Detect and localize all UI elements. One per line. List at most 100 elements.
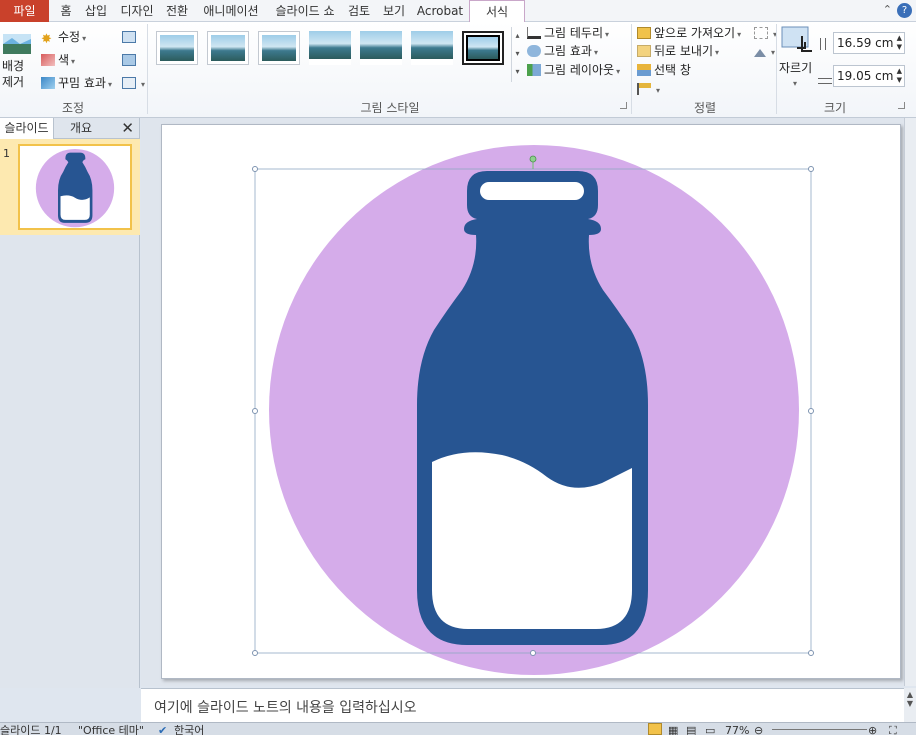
artistic-effects-button[interactable]: 꾸밈 효과 ▾ <box>41 75 112 93</box>
powerpoint-window: 파일 홈 삽입 디자인 전환 애니메이션 슬라이드 쇼 검토 보기 Acroba… <box>0 0 916 735</box>
rotate-handle-icon[interactable] <box>529 155 537 163</box>
slide-thumbnail[interactable] <box>18 144 132 230</box>
gallery-more-icon[interactable]: ▾ <box>512 63 523 81</box>
slideshow-icon[interactable]: ▭ <box>705 723 715 735</box>
style-simple-frame[interactable] <box>156 31 198 65</box>
style-reflected[interactable] <box>309 31 351 65</box>
selection-pane-icon <box>637 64 651 76</box>
picture-layout-label: 그림 레이아웃 <box>544 63 615 77</box>
slide-thumbnail-preview <box>35 148 115 228</box>
change-picture-icon <box>122 54 136 66</box>
width-spinner[interactable]: ▲ ▼ <box>897 67 902 85</box>
slide-number: 1 <box>3 147 10 160</box>
resize-handle-s[interactable] <box>530 650 536 656</box>
tab-acrobat[interactable]: Acrobat <box>414 0 466 22</box>
help-icon[interactable]: ? <box>897 3 912 18</box>
reset-picture-button[interactable]: ▾ <box>122 75 145 93</box>
selection-pane-button[interactable]: 선택 창 <box>637 62 691 78</box>
language-indicator[interactable]: 한국어 <box>174 723 204 735</box>
zoom-out-icon[interactable]: ⊖ <box>754 723 763 735</box>
picture-border-button[interactable]: 그림 테두리 ▾ <box>527 25 609 43</box>
picture-layout-button[interactable]: 그림 레이아웃 ▾ <box>527 62 620 80</box>
bring-forward-icon <box>637 27 651 39</box>
picture-styles-launcher-icon[interactable] <box>620 102 627 109</box>
gallery-up-icon[interactable]: ▴ <box>512 27 523 45</box>
height-field[interactable]: 16.59 cm ▲ ▼ <box>833 32 905 54</box>
tab-review[interactable]: 검토 <box>345 0 373 22</box>
style-drop-shadow[interactable] <box>258 31 300 65</box>
resize-handle-e[interactable] <box>808 408 814 414</box>
reading-view-icon[interactable]: ▤ <box>686 723 696 735</box>
close-icon[interactable]: ✕ <box>121 119 134 137</box>
slide-content <box>252 145 814 675</box>
gallery-scroll[interactable]: ▴ ▾ ▾ <box>511 27 523 82</box>
gallery-down-icon[interactable]: ▾ <box>512 45 523 63</box>
tab-slideshow[interactable]: 슬라이드 쇼 <box>270 0 340 22</box>
artistic-effects-icon <box>41 77 55 89</box>
style-thick-black[interactable] <box>462 31 504 65</box>
color-icon <box>41 54 55 66</box>
tab-file[interactable]: 파일 <box>0 0 49 22</box>
picture-effects-button[interactable]: 그림 효과 ▾ <box>527 43 598 61</box>
theme-name[interactable]: "Office 테마" <box>78 723 144 735</box>
tab-slides[interactable]: 슬라이드 <box>0 118 54 139</box>
remove-background-button[interactable]: 배경 제거 <box>0 28 34 94</box>
resize-handle-se[interactable] <box>808 650 814 656</box>
tab-transitions[interactable]: 전환 <box>163 0 191 22</box>
picture-styles-group-label: 그림 스타일 <box>360 101 420 115</box>
slide-counter: 슬라이드 1/1 <box>0 724 62 735</box>
group-divider <box>147 24 148 114</box>
notes-pane[interactable]: 여기에 슬라이드 노트의 내용을 입력하십시오 <box>141 688 904 722</box>
notes-placeholder[interactable]: 여기에 슬라이드 노트의 내용을 입력하십시오 <box>154 697 417 717</box>
height-value: 16.59 cm <box>837 36 894 50</box>
picture-border-label: 그림 테두리 <box>544 26 604 40</box>
ribbon-tab-bar: 파일 홈 삽입 디자인 전환 애니메이션 슬라이드 쇼 검토 보기 Acroba… <box>0 0 916 23</box>
rotate-button[interactable]: ▾ <box>754 43 775 61</box>
tab-outline[interactable]: 개요 <box>56 118 106 139</box>
width-value: 19.05 cm <box>837 69 894 83</box>
normal-view-icon[interactable] <box>648 723 662 735</box>
height-spinner[interactable]: ▲ ▼ <box>897 34 902 52</box>
width-field[interactable]: 19.05 cm ▲ ▼ <box>833 65 905 87</box>
minimize-ribbon-icon[interactable]: ⌃ <box>883 3 892 16</box>
bring-forward-button[interactable]: 앞으로 가져오기 ▾ <box>637 25 741 43</box>
notes-scrollbar[interactable]: ▲ ▼ <box>904 688 916 722</box>
zoom-in-icon[interactable]: ⊕ <box>868 723 877 735</box>
group-icon <box>754 27 768 39</box>
tab-design[interactable]: 디자인 <box>117 0 157 22</box>
vertical-scrollbar[interactable] <box>904 118 916 686</box>
spell-check-icon[interactable]: ✔ <box>158 723 167 735</box>
size-launcher-icon[interactable] <box>898 102 905 109</box>
corrections-button[interactable]: ✸ 수정 ▾ <box>41 29 86 47</box>
tab-view[interactable]: 보기 <box>380 0 408 22</box>
status-bar: 슬라이드 1/1 "Office 테마" ✔ 한국어 ▦ ▤ ▭ 77% ⊖ ⊕… <box>0 722 916 735</box>
resize-handle-nw[interactable] <box>252 166 258 172</box>
group-button[interactable]: ▾ <box>754 25 777 43</box>
tab-home[interactable]: 홈 <box>56 0 76 22</box>
change-picture-button[interactable] <box>122 52 139 68</box>
crop-caret-icon[interactable]: ▾ <box>793 76 797 92</box>
style-beveled[interactable] <box>207 31 249 65</box>
align-button[interactable]: ▾ <box>637 81 660 99</box>
crop-button[interactable]: 자르기 ▾ <box>779 26 815 92</box>
bottle-handle-hole <box>480 182 584 200</box>
resize-handle-sw[interactable] <box>252 650 258 656</box>
slide-sorter-icon[interactable]: ▦ <box>668 723 678 735</box>
style-rounded[interactable] <box>411 31 453 65</box>
style-soft-edge[interactable] <box>360 31 402 65</box>
color-button[interactable]: 색 ▾ <box>41 52 75 70</box>
tab-animations[interactable]: 애니메이션 <box>198 0 264 22</box>
slide-canvas[interactable] <box>161 124 901 679</box>
crop-label: 자르기 <box>779 61 813 75</box>
tab-insert[interactable]: 삽입 <box>82 0 110 22</box>
resize-handle-ne[interactable] <box>808 166 814 172</box>
fit-window-icon[interactable]: ⛶ <box>889 723 897 735</box>
compress-pictures-button[interactable] <box>122 29 139 45</box>
rotate-icon <box>754 49 766 57</box>
resize-handle-w[interactable] <box>252 408 258 414</box>
slides-pane: 슬라이드 개요 ✕ 1 <box>0 118 140 688</box>
zoom-level[interactable]: 77% <box>725 723 749 735</box>
zoom-slider[interactable] <box>772 729 867 730</box>
send-backward-button[interactable]: 뒤로 보내기 ▾ <box>637 43 719 61</box>
tab-format[interactable]: 서식 <box>469 0 525 23</box>
